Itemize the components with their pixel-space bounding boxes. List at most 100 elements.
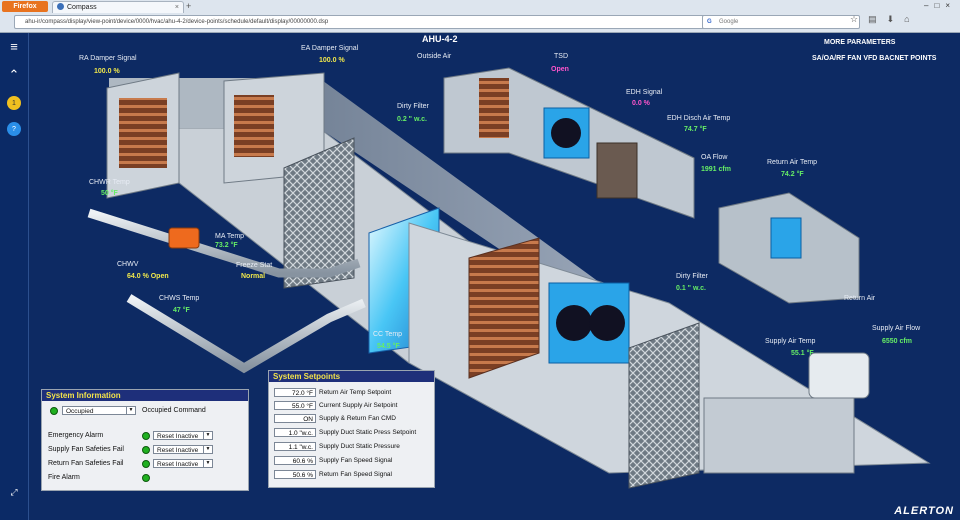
- point-value[interactable]: 74.2 °F: [781, 171, 804, 178]
- point-value[interactable]: 1991 cfm: [701, 166, 731, 173]
- select-value: Reset Inactive: [157, 461, 199, 468]
- chw-valve-actuator: [168, 227, 200, 249]
- system-information-panel: System Information Occupied ▼ Occupied Co…: [41, 389, 249, 491]
- search-input[interactable]: G Google: [702, 15, 860, 29]
- info-row-label: Supply Fan Safeties Fail: [48, 446, 124, 453]
- point-label: CHWR Temp: [89, 179, 130, 186]
- point-label: EDH Signal: [626, 89, 663, 96]
- setpoint-value[interactable]: 72.0 °F: [274, 388, 316, 397]
- tab-favicon-icon: [57, 3, 64, 10]
- point-label: Freeze Stat: [236, 262, 273, 269]
- setpoint-value[interactable]: ON: [274, 414, 316, 423]
- point-value[interactable]: 50 °F: [101, 190, 118, 197]
- chevron-down-icon: ▼: [203, 432, 212, 439]
- info-row-label: Return Fan Safeties Fail: [48, 460, 124, 467]
- point-value[interactable]: 6550 cfm: [882, 338, 912, 345]
- browser-chrome: Firefox Compass × + –□× ahu-ir/compass/d…: [0, 0, 960, 33]
- alerton-logo: ALERTON: [894, 505, 954, 517]
- more-parameters-link[interactable]: MORE PARAMETERS: [824, 39, 895, 46]
- point-value[interactable]: 0.0 %: [632, 100, 650, 107]
- setpoint-value[interactable]: 1.1 "w.c.: [274, 442, 316, 451]
- reset-select[interactable]: Reset Inactive ▼: [153, 459, 213, 468]
- setpoint-label: Current Supply Air Setpoint: [319, 402, 398, 409]
- point-label: MA Temp: [215, 233, 245, 240]
- setpoint-value[interactable]: 60.6 %: [274, 456, 316, 465]
- ahu-scene: AHU-4-2 MORE PARAMETERS SA/OA/RF FAN VFD…: [29, 33, 960, 520]
- setpoint-label: Supply Duct Static Press Setpoint: [319, 429, 417, 436]
- occupancy-select[interactable]: Occupied ▼: [62, 406, 136, 415]
- setpoint-label: Return Air Temp Setpoint: [319, 389, 392, 396]
- setpoint-label: Supply & Return Fan CMD: [319, 415, 396, 422]
- select-value: Reset Inactive: [157, 447, 199, 454]
- point-label: EDH Disch Air Temp: [667, 115, 731, 122]
- info-icon[interactable]: ?: [7, 122, 21, 136]
- page-title: AHU-4-2: [422, 34, 458, 44]
- supply-fan-wheel-1: [556, 305, 592, 341]
- status-dot-icon: [142, 474, 150, 482]
- point-label: EA Damper Signal: [301, 45, 359, 52]
- oa-louver: [479, 78, 509, 138]
- point-value[interactable]: 100.0 %: [94, 68, 120, 75]
- chevron-up-icon[interactable]: ⌃: [6, 67, 22, 83]
- fullscreen-icon[interactable]: ⤢: [6, 484, 22, 500]
- status-dot-icon: [142, 460, 150, 468]
- ea-damper-louver: [234, 95, 274, 157]
- point-value[interactable]: 55.1 °F: [791, 350, 814, 357]
- status-dot-icon: [142, 432, 150, 440]
- point-label: CHWV: [117, 261, 139, 268]
- point-value[interactable]: 0.2 " w.c.: [397, 116, 427, 123]
- point-label: Return Air: [844, 295, 876, 302]
- occupancy-label: Occupied Command: [142, 407, 206, 414]
- point-label: CHWS Temp: [159, 295, 200, 302]
- alarm-icon[interactable]: 1: [7, 96, 21, 110]
- point-value[interactable]: 54.5 °F: [377, 343, 400, 350]
- panel-title: System Setpoints: [269, 371, 434, 382]
- final-filter: [628, 322, 700, 489]
- address-bar[interactable]: ahu-ir/compass/display/view-point/device…: [14, 15, 706, 29]
- firefox-menu-button[interactable]: Firefox: [2, 1, 48, 12]
- point-label: Dirty Filter: [676, 273, 708, 280]
- toolbar-icons[interactable]: ☆▤⬇⌂: [850, 14, 920, 25]
- setpoint-value[interactable]: 1.0 "w.c.: [274, 428, 316, 437]
- point-label: OA Flow: [701, 154, 728, 161]
- point-value[interactable]: 73.2 °F: [215, 242, 238, 249]
- tab-compass[interactable]: Compass ×: [52, 1, 184, 13]
- setpoint-label: Return Fan Speed Signal: [319, 471, 392, 478]
- return-fan-louvers: [468, 237, 540, 379]
- panel-title: System Information: [42, 390, 248, 401]
- point-value[interactable]: 74.7 °F: [684, 126, 707, 133]
- ra-damper-louver: [119, 98, 167, 168]
- supply-fan-wheel-2: [589, 305, 625, 341]
- tab-label: Compass: [67, 4, 97, 11]
- info-row-label: Emergency Alarm: [48, 432, 104, 439]
- new-tab-icon[interactable]: +: [186, 2, 191, 11]
- chevron-down-icon: ▼: [126, 407, 135, 414]
- info-row-label: Fire Alarm: [48, 474, 80, 481]
- point-label: TSD: [554, 53, 568, 60]
- point-value[interactable]: 47 °F: [173, 307, 190, 314]
- status-dot-icon: [50, 407, 58, 415]
- window-controls[interactable]: –□×: [924, 1, 956, 10]
- left-sidebar: ≡ ⌃ 1 ? ⤢: [0, 33, 29, 520]
- point-label: RA Damper Signal: [79, 55, 137, 62]
- vfd-bacnet-points-link[interactable]: SA/OA/RF FAN VFD BACNET POINTS: [812, 55, 936, 62]
- setpoint-value[interactable]: 50.6 %: [274, 470, 316, 479]
- menu-icon[interactable]: ≡: [6, 39, 22, 55]
- point-label: Supply Air Flow: [872, 325, 921, 332]
- point-label: CC Temp: [373, 331, 403, 338]
- search-placeholder: Google: [719, 19, 739, 25]
- select-value: Reset Inactive: [157, 433, 199, 440]
- point-value[interactable]: 64.0 % Open: [127, 273, 169, 280]
- setpoint-label: Supply Duct Static Pressure: [319, 443, 400, 450]
- reset-select[interactable]: Reset Inactive ▼: [153, 445, 213, 454]
- point-value[interactable]: Open: [551, 66, 569, 73]
- point-value[interactable]: 100.0 %: [319, 57, 345, 64]
- oa-fan-wheel: [551, 118, 581, 148]
- chevron-down-icon: ▼: [203, 446, 212, 453]
- point-value[interactable]: 0.1 " w.c.: [676, 285, 706, 292]
- reset-select[interactable]: Reset Inactive ▼: [153, 431, 213, 440]
- close-tab-icon[interactable]: ×: [175, 2, 179, 13]
- point-value[interactable]: Normal: [241, 273, 265, 280]
- supply-plenum: [703, 397, 855, 474]
- setpoint-value[interactable]: 55.0 °F: [274, 401, 316, 410]
